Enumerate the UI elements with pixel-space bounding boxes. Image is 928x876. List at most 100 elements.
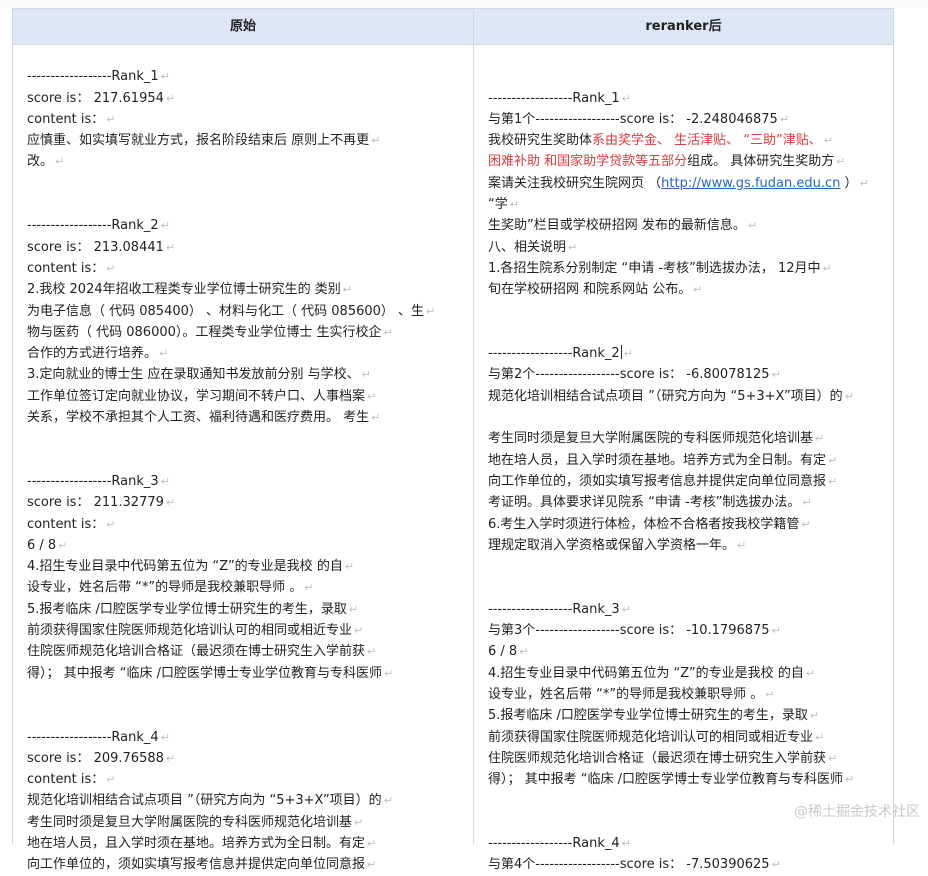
text-line: 住院医师规范化培训合格证（最迟须在博士研究生入学前获 ↵ [27, 644, 377, 660]
text-line: score is： 217.61954 ↵ [27, 90, 176, 106]
text-line: content is： ↵ [27, 260, 116, 276]
text-line: 考生同时须是复旦大学附属医院的专科医师规范化培训基 ↵ [488, 431, 825, 447]
header-reranker: reranker后 [645, 19, 722, 34]
text-line: 6.考生入学时须进行体检，体检不合格者按我校学籍管 ↵ [488, 516, 811, 532]
text-line: 考生同时须是复旦大学附属医院的专科医师规范化培训基 ↵ [27, 814, 364, 830]
text-line: 6 / 8 ↵ [488, 644, 529, 660]
paragraph-mark-icon: ↵ [371, 411, 381, 425]
text-line: 设专业，姓名后带 “*”的导师是我校兼职导师 。 ↵ [488, 686, 775, 702]
table-header: 原始 reranker后 [13, 9, 893, 45]
text-line: 我校研究生奖助体系由奖学金、 生活津贴、 “三助”津贴、 ↵ [488, 130, 893, 151]
paragraph-mark-icon: ↵ [165, 751, 176, 765]
text-line: 设专业，姓名后带 “*”的导师是我校兼职导师 。 ↵ [27, 580, 314, 596]
text-line: content is： ↵ [27, 516, 116, 532]
paragraph-mark-icon: ↵ [367, 858, 377, 872]
text-line: 与第1个------------------score is： -2.24804… [488, 111, 790, 127]
plain-text: ） [840, 175, 858, 191]
paragraph-mark-icon: ↵ [828, 751, 838, 765]
paragraph-mark-icon: ↵ [844, 389, 854, 403]
text-line: 4.招生专业目录中代码第五位为 “Z”的专业是我校 的自 ↵ [27, 559, 355, 575]
paragraph-mark-icon: ↵ [348, 602, 359, 616]
text-line: 考证明。具体要求详见院系 “申请 -考核”制选拔办法。 ↵ [488, 495, 812, 511]
paragraph-mark-icon: ↵ [106, 112, 116, 126]
paragraph-mark-icon: ↵ [771, 624, 781, 638]
text-line: score is： 213.08441 ↵ [27, 239, 176, 255]
paragraph-mark-icon: ↵ [304, 581, 314, 595]
paragraph-mark-icon: ↵ [802, 496, 812, 510]
paragraph-mark-icon: ↵ [747, 219, 758, 233]
text-line: 八、相关说明 ↵ [488, 239, 578, 255]
top-bar [0, 0, 928, 8]
text-line: 1.各招生院系分别制定 “申请 -考核”制选拔办法， 12月中 ↵ [488, 260, 832, 276]
text-line: 物与医药（ 代码 086000）。工程类专业学位博士 生实行校企 ↵ [27, 324, 393, 340]
text-line: 应慎重、如实填写就业方式，报名阶段结束后 原则上不再更 ↵ [27, 133, 381, 149]
paragraph-mark-icon: ↵ [383, 794, 393, 808]
paragraph-mark-icon: ↵ [160, 219, 170, 233]
paragraph-mark-icon: ↵ [160, 730, 170, 744]
paragraph-mark-icon: ↵ [621, 91, 631, 105]
text-line: 得）； 其中报考 “临床 /口腔医学博士专业学位教育与专科医师 ↵ [488, 772, 855, 788]
text-line: 5.报考临床 /口腔医学专业学位博士研究生的考生，录取 ↵ [488, 708, 820, 724]
text-line: 得）； 其中报考 “临床 /口腔医学博士专业学位教育与专科医师 ↵ [27, 665, 394, 681]
reranked-results-column[interactable]: ------------------Rank_1 ↵ 与第1个-----------… [488, 45, 893, 876]
text-line: 3.定向就业的博士生 应在录取通知书发放前分别 与学校、 ↵ [27, 367, 371, 383]
text-line: ------------------Rank_1 ↵ [488, 90, 631, 106]
text-line: 6 / 8 ↵ [27, 537, 68, 553]
text-line: 规范化培训相结合试点项目 ”（研究方向为 “5+3+X”项目）的 ↵ [27, 793, 393, 809]
text-line: ------------------Rank_1 ↵ [27, 69, 170, 85]
text-line: 困难补助 和国家助学贷款等五部分组成。 具体研究生奖助方 ↵ [488, 151, 893, 172]
text-line: ------------------Rank_2 ↵ [27, 218, 170, 234]
text-line: 地在培人员，且入学时须在基地。培养方式为全日制。有定 ↵ [488, 452, 838, 468]
column-divider [473, 44, 474, 844]
paragraph-mark-icon: ↵ [621, 836, 631, 850]
website-link[interactable]: http://www.gs.fudan.edu.cn [661, 176, 840, 191]
paragraph-mark-icon: ↵ [354, 815, 364, 829]
paragraph-mark-icon: ↵ [771, 858, 781, 872]
plain-text: 我校研究生奖助体 [488, 133, 593, 149]
paragraph-mark-icon: ↵ [426, 304, 436, 318]
text-line: 4.招生专业目录中代码第五位为 “Z”的专业是我校 的自 ↵ [488, 665, 816, 681]
paragraph-mark-icon: ↵ [805, 666, 816, 680]
paragraph-mark-icon: ↵ [55, 155, 65, 169]
text-line: 旬在学校研招网 和院系网站 公布。 ↵ [488, 282, 703, 298]
text-line: 2.我校 2024年招收工程类专业学位博士研究生的 类别 ↵ [27, 282, 352, 298]
paragraph-mark-icon: ↵ [623, 347, 633, 361]
comparison-table: 原始 reranker后 ------------------Rank_1 ↵sc… [12, 8, 894, 872]
paragraph-mark-icon: ↵ [383, 325, 393, 339]
paragraph-mark-icon: ↵ [106, 517, 116, 531]
text-line: 改。 ↵ [27, 154, 65, 170]
paragraph-mark-icon: ↵ [801, 517, 811, 531]
paragraph-mark-icon: ↵ [828, 474, 838, 488]
text-line: 地在培人员，且入学时须在基地。培养方式为全日制。有定 ↵ [27, 835, 377, 851]
paragraph-mark-icon: ↵ [519, 645, 529, 659]
header-original: 原始 [13, 9, 474, 44]
paragraph-mark-icon: ↵ [361, 368, 371, 382]
paragraph-mark-icon: ↵ [815, 432, 825, 446]
highlighted-text: 系由奖学金、 生活津贴、 “三助”津贴、 [592, 133, 822, 149]
original-results-column[interactable]: ------------------Rank_1 ↵score is： 217.6… [27, 45, 467, 876]
text-line: score is： 211.32779 ↵ [27, 495, 176, 511]
text-line: ------------------Rank_3 ↵ [27, 473, 170, 489]
plain-text: 组成。 具体研究生奖助方 [687, 154, 835, 170]
text-line: 前须获得国家住院医师规范化培训认可的相同或相近专业 ↵ [488, 729, 825, 745]
paragraph-mark-icon: ↵ [160, 70, 170, 84]
paragraph-mark-icon: ↵ [828, 453, 838, 467]
paragraph-mark-icon: ↵ [159, 347, 169, 361]
paragraph-mark-icon: ↵ [771, 368, 781, 382]
text-line: 工作单位签订定向就业协议，学习期间不转户口、人事档案 ↵ [27, 388, 377, 404]
paragraph-mark-icon: ↵ [165, 91, 176, 105]
text-line: 向工作单位的，须如实填写报考信息并提供定向单位同意报 ↵ [488, 473, 838, 489]
paragraph-mark-icon: ↵ [509, 198, 519, 212]
text-line: ------------------Rank_2 ↵ [488, 345, 633, 362]
paragraph-mark-icon: ↵ [106, 773, 116, 787]
